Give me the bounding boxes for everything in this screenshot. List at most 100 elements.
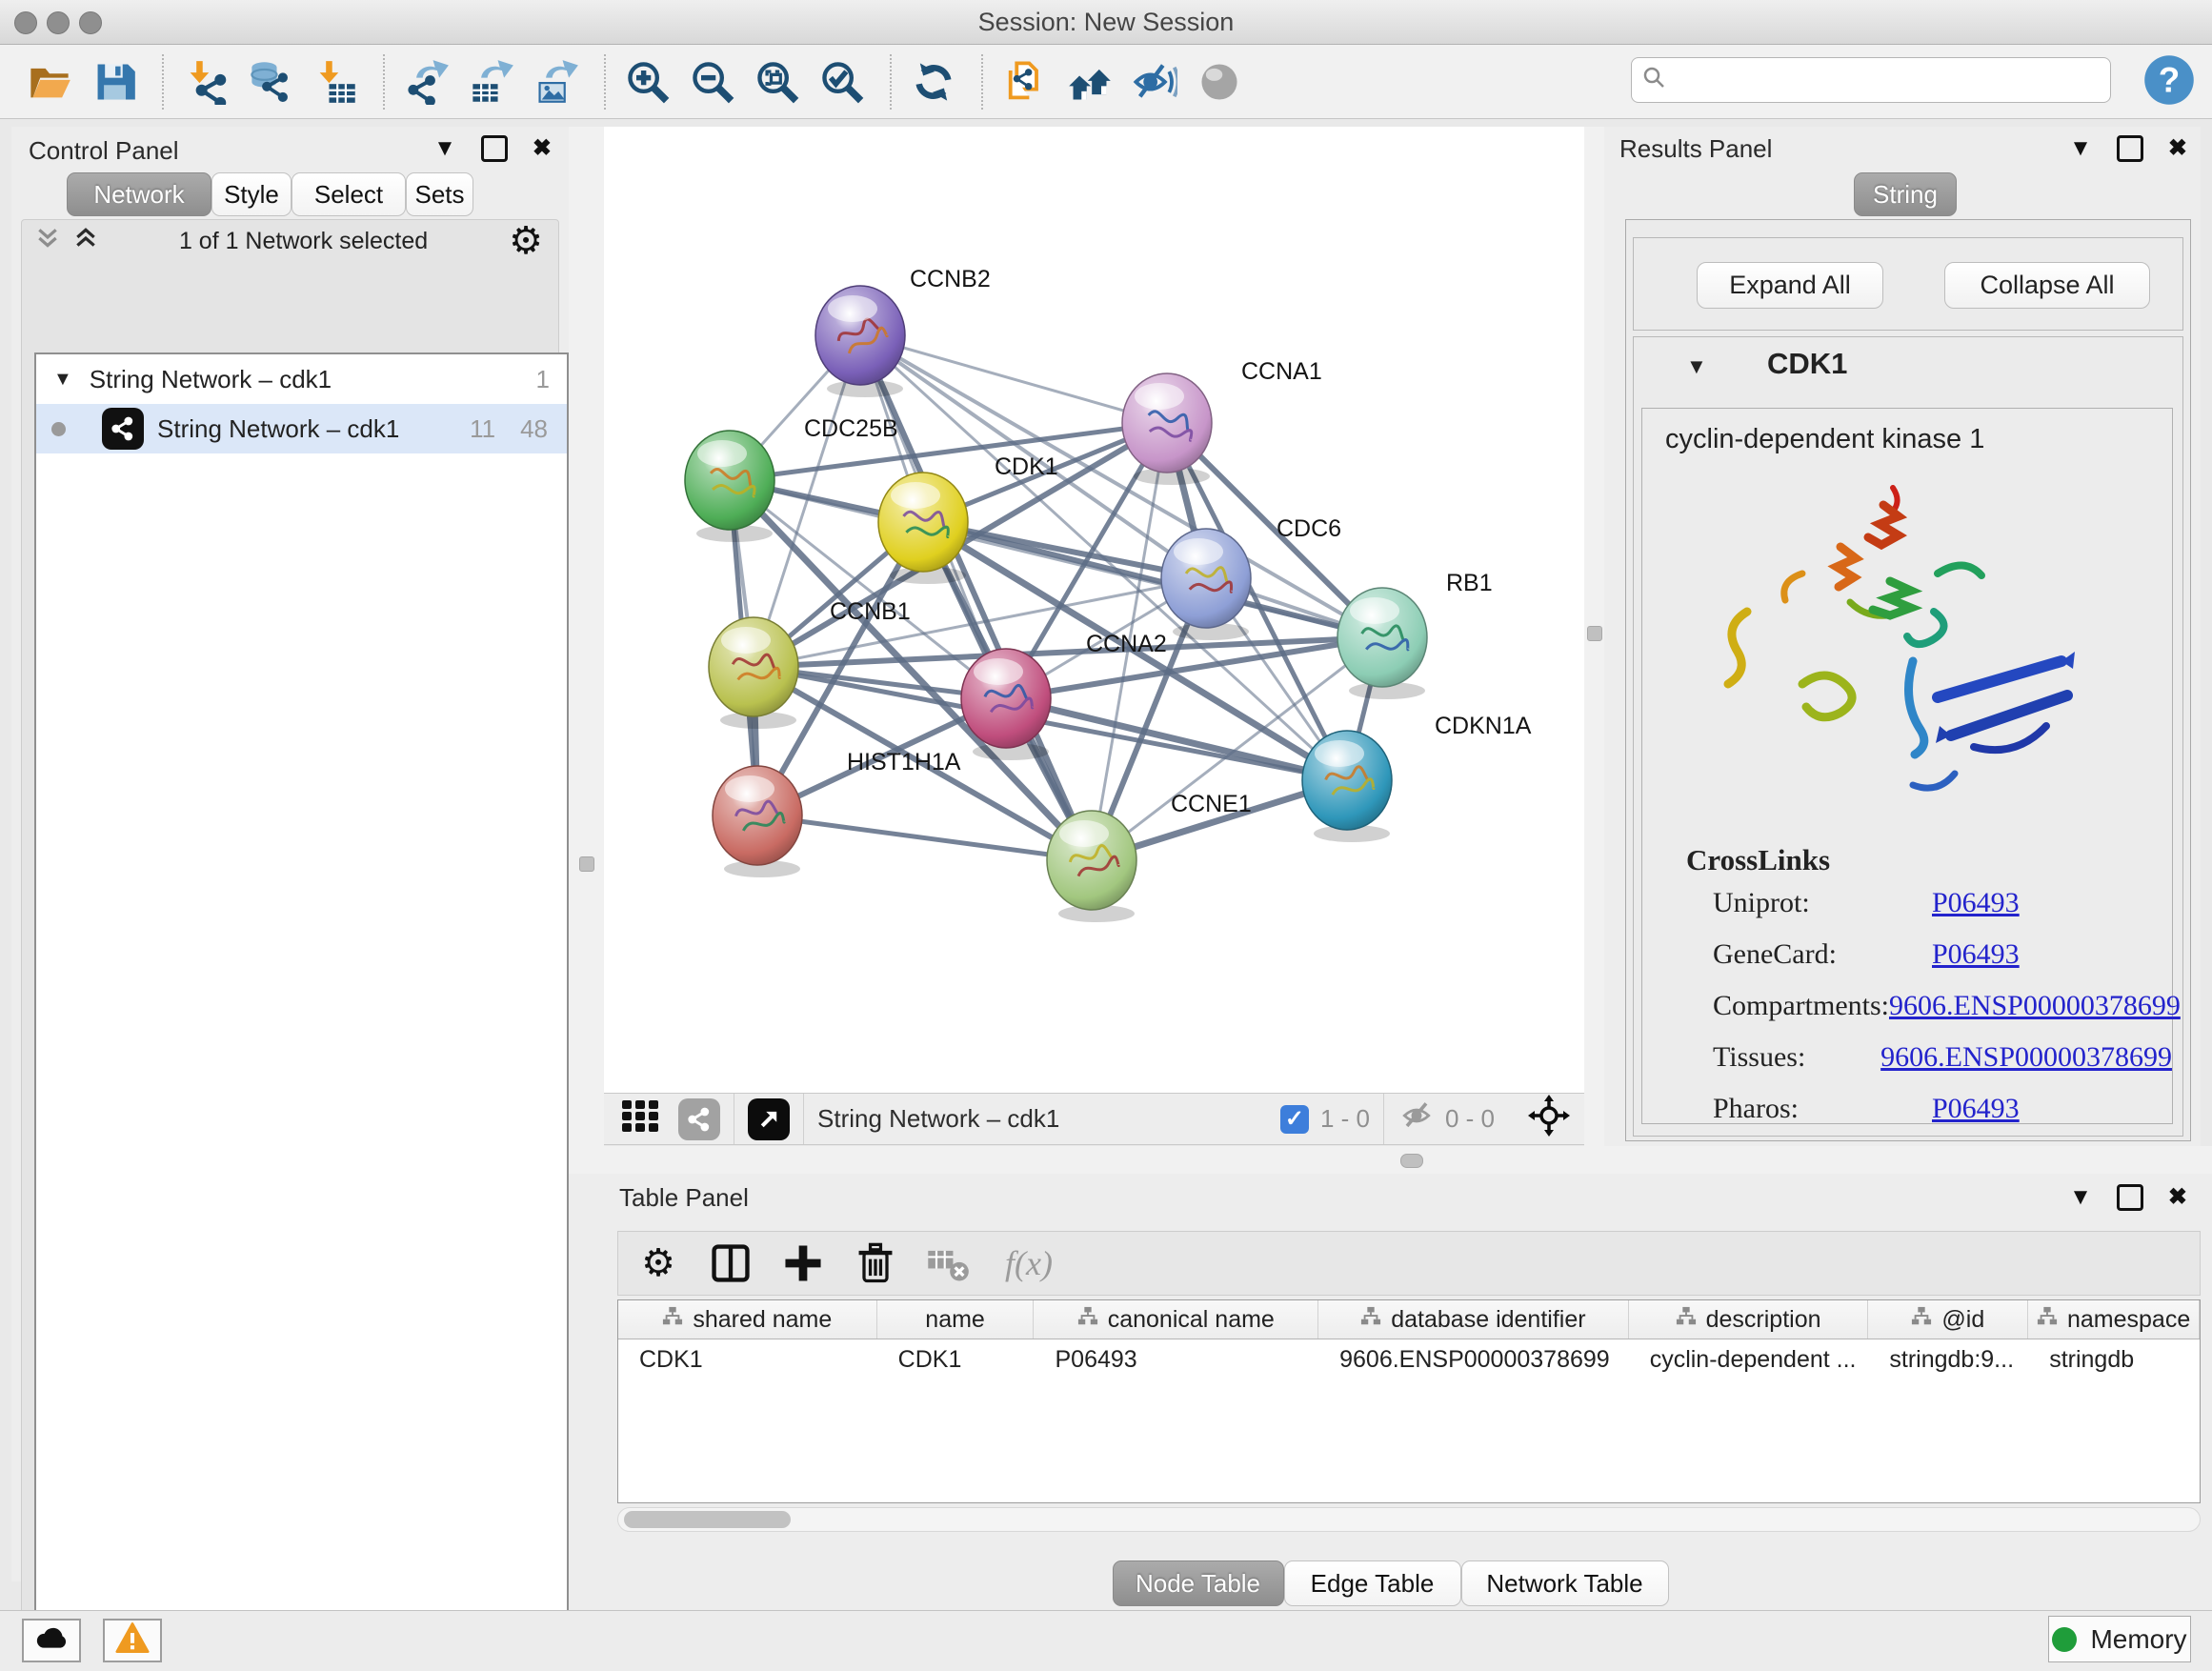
panel-float-icon[interactable]: ▼ xyxy=(2069,135,2092,162)
birds-eye-view-icon[interactable] xyxy=(748,1098,790,1140)
table-cell[interactable]: CDK1 xyxy=(877,1339,1035,1379)
panel-maximize-icon[interactable] xyxy=(481,135,508,162)
table-horizontal-scrollbar[interactable] xyxy=(617,1507,2201,1532)
tab-select[interactable]: Select xyxy=(292,172,406,216)
crosslink-link[interactable]: 9606.ENSP00000378699 xyxy=(1889,990,2181,1022)
table-cell[interactable]: cyclin-dependent ... xyxy=(1629,1339,1869,1379)
tab-string[interactable]: String xyxy=(1854,172,1957,216)
table-options-gear-icon[interactable]: ⚙ xyxy=(633,1238,683,1288)
scrollbar-thumb[interactable] xyxy=(624,1511,791,1528)
right-splitter[interactable] xyxy=(1584,127,1604,1146)
zoom-in-icon[interactable] xyxy=(623,57,673,107)
delete-column-icon[interactable] xyxy=(851,1238,900,1288)
crosslink-link[interactable]: P06493 xyxy=(1932,938,2020,971)
save-session-icon[interactable] xyxy=(90,57,139,107)
crosslink-link[interactable]: 9606.ENSP00000378699 xyxy=(1880,1041,2172,1074)
expand-all-button[interactable]: Expand All xyxy=(1697,262,1883,309)
crosslink-label: Tissues: xyxy=(1686,1041,1880,1074)
horizontal-splitter[interactable] xyxy=(569,1146,2212,1174)
left-splitter[interactable] xyxy=(569,127,604,1146)
network-options-gear-icon[interactable]: ⚙ xyxy=(509,222,543,260)
panel-close-icon[interactable]: ✖ xyxy=(2168,134,2187,162)
grid-view-icon[interactable] xyxy=(619,1095,661,1143)
panel-close-icon[interactable]: ✖ xyxy=(2168,1183,2187,1211)
clone-network-icon[interactable] xyxy=(1000,57,1050,107)
warning-status-button[interactable] xyxy=(103,1619,162,1662)
tab-style[interactable]: Style xyxy=(211,172,292,216)
collapse-all-networks-icon[interactable] xyxy=(35,226,60,257)
column-header-canonical-name[interactable]: canonical name xyxy=(1034,1300,1318,1339)
tree-expand-icon[interactable]: ▼ xyxy=(53,369,72,391)
zoom-fit-content-icon[interactable] xyxy=(753,57,802,107)
network-node-CDC25B[interactable] xyxy=(685,431,774,542)
add-column-icon[interactable] xyxy=(778,1238,828,1288)
splitter-grip-icon[interactable] xyxy=(1400,1154,1423,1168)
tab-network-table[interactable]: Network Table xyxy=(1461,1560,1669,1606)
panel-maximize-icon[interactable] xyxy=(2117,135,2143,162)
tab-node-table[interactable]: Node Table xyxy=(1113,1560,1284,1606)
memory-button[interactable]: Memory xyxy=(2048,1616,2191,1662)
network-node-CDKN1A[interactable] xyxy=(1302,731,1392,842)
column-header-description[interactable]: description xyxy=(1629,1300,1869,1339)
network-collection-row[interactable]: ▼ String Network – cdk1 1 xyxy=(36,354,567,404)
column-header-database-identifier[interactable]: database identifier xyxy=(1318,1300,1629,1339)
network-view-title: String Network – cdk1 xyxy=(817,1104,1059,1134)
import-table-file-icon[interactable] xyxy=(311,57,360,107)
tab-sets[interactable]: Sets xyxy=(406,172,473,216)
fit-selected-crosshair-icon[interactable] xyxy=(1527,1094,1571,1144)
export-network-icon[interactable] xyxy=(402,57,452,107)
hide-graphics-details-icon[interactable] xyxy=(1130,57,1179,107)
crosslink-link[interactable]: P06493 xyxy=(1932,887,2020,919)
selected-count-checkbox-icon[interactable]: ✓ xyxy=(1280,1105,1309,1134)
update-network-icon[interactable] xyxy=(909,57,958,107)
cloud-status-button[interactable] xyxy=(22,1619,81,1662)
export-table-icon[interactable] xyxy=(467,57,516,107)
zoom-selected-icon[interactable] xyxy=(817,57,867,107)
expand-all-networks-icon[interactable] xyxy=(73,226,98,257)
crosslink-link[interactable]: P06493 xyxy=(1932,1093,2020,1125)
network-share-icon xyxy=(102,408,144,450)
network-node-CCNB1[interactable] xyxy=(709,617,798,729)
panel-float-icon[interactable]: ▼ xyxy=(2069,1184,2092,1211)
table-cell[interactable]: stringdb:9... xyxy=(1868,1339,2028,1379)
search-input[interactable] xyxy=(1676,66,2110,94)
import-network-database-icon[interactable] xyxy=(246,57,295,107)
table-row[interactable]: CDK1CDK1P064939606.ENSP00000378699cyclin… xyxy=(618,1339,2200,1379)
column-header-name[interactable]: name xyxy=(877,1300,1035,1339)
column-header-namespace[interactable]: namespace xyxy=(2028,1300,2200,1339)
network-canvas[interactable]: CCNB2CCNA1CDC25BCDK1CDC6RB1CCNB1CCNA2CDK… xyxy=(604,127,1584,1093)
collapse-all-button[interactable]: Collapse All xyxy=(1944,262,2150,309)
network-node-HIST1H1A[interactable] xyxy=(713,766,802,877)
column-header-shared-name[interactable]: shared name xyxy=(618,1300,877,1339)
show-column-panel-icon[interactable] xyxy=(706,1238,755,1288)
table-cell[interactable]: stringdb xyxy=(2028,1339,2200,1379)
open-session-icon[interactable] xyxy=(25,57,74,107)
tab-edge-table[interactable]: Edge Table xyxy=(1284,1560,1461,1606)
panel-float-icon[interactable]: ▼ xyxy=(433,135,456,162)
network-view-share-icon[interactable] xyxy=(678,1098,720,1140)
node-table[interactable]: shared namenamecanonical namedatabase id… xyxy=(617,1299,2201,1503)
splitter-grip-icon[interactable] xyxy=(579,856,594,872)
network-node-CCNE1[interactable] xyxy=(1047,811,1136,922)
search-field[interactable] xyxy=(1631,57,2111,103)
panel-close-icon[interactable]: ✖ xyxy=(533,134,552,162)
section-collapse-icon[interactable]: ▼ xyxy=(1686,354,1707,379)
hidden-eye-icon xyxy=(1398,1097,1436,1141)
table-cell[interactable]: P06493 xyxy=(1034,1339,1318,1379)
tab-network[interactable]: Network xyxy=(67,172,211,216)
string-query-home-icon[interactable] xyxy=(1065,57,1115,107)
export-image-icon[interactable] xyxy=(532,57,581,107)
table-cell[interactable]: 9606.ENSP00000378699 xyxy=(1318,1339,1629,1379)
network-node-CCNA1[interactable] xyxy=(1122,373,1212,485)
help-icon[interactable]: ? xyxy=(2143,54,2195,106)
network-node-CCNB2[interactable] xyxy=(815,286,905,397)
node-label-CDC25B: CDC25B xyxy=(804,415,898,442)
import-network-file-icon[interactable] xyxy=(181,57,231,107)
column-header--id[interactable]: @id xyxy=(1868,1300,2028,1339)
network-row[interactable]: String Network – cdk1 11 48 xyxy=(36,404,567,453)
network-node-RB1[interactable] xyxy=(1337,588,1427,699)
table-cell[interactable]: CDK1 xyxy=(618,1339,877,1379)
panel-maximize-icon[interactable] xyxy=(2117,1184,2143,1211)
zoom-out-icon[interactable] xyxy=(688,57,737,107)
splitter-grip-icon[interactable] xyxy=(1587,626,1602,641)
